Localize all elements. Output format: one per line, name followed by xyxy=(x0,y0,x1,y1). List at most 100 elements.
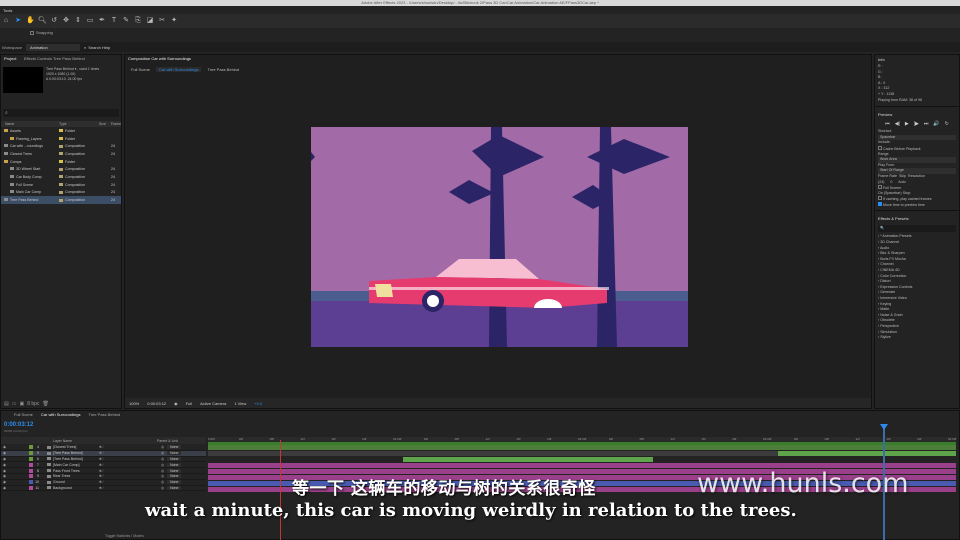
pickwhip-icon[interactable]: ◎ xyxy=(161,463,164,467)
layer-switches[interactable]: ✱ ⁄ xyxy=(99,486,161,490)
views-select[interactable]: 1 View xyxy=(234,401,246,406)
trash-icon[interactable]: 🗑︎ xyxy=(42,401,48,407)
toggle-switches-modes[interactable]: Toggle Switches / Modes xyxy=(1,533,959,539)
eye-icon[interactable]: ◉ xyxy=(1,480,9,484)
project-item[interactable]: Car Body Comp Composition 24 xyxy=(1,173,121,181)
tab-composition[interactable]: Composition Car with Surroundings xyxy=(125,55,194,63)
bpc-label[interactable]: 8 bpc xyxy=(27,401,39,407)
rectangle-icon[interactable]: ▭ xyxy=(86,17,94,25)
project-item[interactable]: Closest Trees Composition 24 xyxy=(1,150,121,158)
parent-select[interactable]: None xyxy=(167,456,182,461)
parent-select[interactable]: None xyxy=(167,451,182,456)
resolution-select-preview[interactable]: Auto xyxy=(898,180,905,184)
zoom-select[interactable]: 100% xyxy=(129,401,139,406)
snapping-checkbox[interactable] xyxy=(30,30,34,35)
transport-button[interactable]: |▶ xyxy=(914,121,919,127)
track-tree-pass-behind[interactable] xyxy=(778,451,956,456)
pickwhip-icon[interactable]: ◎ xyxy=(161,480,164,484)
eye-icon[interactable]: ◉ xyxy=(1,486,9,490)
layer-switches[interactable]: ✱ ⁄ xyxy=(99,480,161,484)
label-color-swatch[interactable] xyxy=(59,137,63,141)
viewer-timecode[interactable]: 0:00:03:12 xyxy=(147,401,166,406)
label-color-swatch[interactable] xyxy=(59,183,63,187)
eye-icon[interactable]: ◉ xyxy=(1,463,9,467)
parent-select[interactable]: None xyxy=(167,485,182,490)
effects-search-input[interactable]: 🔍 xyxy=(878,225,956,233)
transport-button[interactable]: ⏭ xyxy=(924,121,929,127)
eraser-icon[interactable]: ◪ xyxy=(146,17,154,25)
eye-icon[interactable]: ◉ xyxy=(1,474,9,478)
eye-icon[interactable]: ◉ xyxy=(1,445,9,449)
project-item[interactable]: Flaming_Layers Folder xyxy=(1,135,121,143)
roto-icon[interactable]: ✂ xyxy=(158,17,166,25)
composition-canvas[interactable] xyxy=(311,127,688,347)
exposure-value[interactable]: +0.0 xyxy=(254,401,262,406)
pickwhip-icon[interactable]: ◎ xyxy=(161,445,164,449)
snapping-toggle[interactable]: Snapping xyxy=(30,30,53,35)
stop-option-move-time[interactable]: Move time to preview time xyxy=(875,201,959,208)
eye-icon[interactable]: ◉ xyxy=(1,469,9,473)
project-item[interactable]: Car with ...roundings Composition 24 xyxy=(1,142,121,150)
project-item[interactable]: Tree Pass Behind Composition 24 xyxy=(1,196,121,204)
layer-switches[interactable]: ✱ ⁄ xyxy=(99,463,161,467)
hand-icon[interactable]: ✋ xyxy=(26,17,35,25)
track-closest-trees[interactable] xyxy=(208,445,956,450)
project-item[interactable]: 3D Wheel Start Composition 24 xyxy=(1,165,121,173)
transport-button[interactable]: ▶ xyxy=(905,121,909,127)
zoom-icon[interactable]: 🔍︎ xyxy=(38,17,47,25)
label-color-swatch[interactable] xyxy=(59,198,63,202)
orbit-icon[interactable]: ↺ xyxy=(50,17,58,25)
label-color-swatch[interactable] xyxy=(59,167,63,171)
label-color-swatch[interactable] xyxy=(59,190,63,194)
layer-row[interactable]: ◉ 11 Background ✱ ⁄ ◎ None xyxy=(1,485,206,492)
puppet-icon[interactable]: ✦ xyxy=(170,17,178,25)
type-icon[interactable]: T xyxy=(110,17,118,25)
pan-icon[interactable]: ✥ xyxy=(62,17,70,25)
project-item[interactable]: Assets Folder xyxy=(1,127,121,135)
pickwhip-icon[interactable]: ◎ xyxy=(161,457,164,461)
parent-select[interactable]: None xyxy=(167,474,182,479)
layer-switches[interactable]: ✱ ⁄ xyxy=(99,451,161,455)
tab-timeline-full-scene[interactable]: Full Scene xyxy=(11,411,36,419)
pickwhip-icon[interactable]: ◎ xyxy=(161,486,164,490)
home-icon[interactable]: ⌂ xyxy=(2,17,10,25)
project-item[interactable]: Main Car Comp Composition 24 xyxy=(1,189,121,197)
workspace-select[interactable]: Animation xyxy=(25,43,80,51)
breadcrumb-full-scene[interactable]: Full Scene xyxy=(131,67,150,72)
skip-select[interactable]: 0 xyxy=(890,180,892,184)
label-color-swatch[interactable] xyxy=(59,144,63,148)
breadcrumb-tree-pass-behind[interactable]: Tree Pass Behind xyxy=(207,67,239,72)
interpret-footage-icon[interactable]: ▤ xyxy=(4,401,9,407)
label-color-swatch[interactable] xyxy=(59,160,63,164)
track-tree-pass-behind-2[interactable] xyxy=(403,457,653,462)
effects-category[interactable]: › Stylize xyxy=(875,335,959,341)
project-item[interactable]: Full Scene Composition 24 xyxy=(1,181,121,189)
col-parent[interactable]: Parent & Link xyxy=(157,439,178,443)
resolution-select[interactable]: Full xyxy=(186,401,192,406)
timeline-timecode[interactable]: 0:00:03:12 xyxy=(4,422,33,428)
frame-rate-select[interactable]: (24) xyxy=(878,180,884,184)
tab-project[interactable]: Project xyxy=(1,55,19,63)
search-help[interactable]: ⌕ Search Help xyxy=(84,45,110,50)
clone-icon[interactable]: ⎘ xyxy=(134,17,142,25)
layer-switches[interactable]: ✱ ⁄ xyxy=(99,445,161,449)
dolly-icon[interactable]: ⇕ xyxy=(74,17,82,25)
transport-button[interactable]: ◀| xyxy=(895,121,900,127)
pickwhip-icon[interactable]: ◎ xyxy=(161,451,164,455)
pen-icon[interactable]: ✒ xyxy=(98,17,106,25)
transport-button[interactable]: 🔊 xyxy=(933,121,939,127)
camera-snapshot-icon[interactable]: ◉ xyxy=(174,401,178,406)
breadcrumb-car-with-surroundings[interactable]: Car with Surroundings xyxy=(155,67,202,72)
new-folder-icon[interactable]: ▭ xyxy=(12,401,17,407)
new-comp-icon[interactable]: ▣ xyxy=(19,401,24,407)
pickwhip-icon[interactable]: ◎ xyxy=(161,474,164,478)
parent-select[interactable]: None xyxy=(167,462,182,467)
tab-effect-controls[interactable]: Effects Controls Tree Pass Behind xyxy=(21,55,88,63)
tab-timeline-tree-pass-behind[interactable]: Tree Pass Behind xyxy=(85,411,123,419)
project-item[interactable]: Comps Folder xyxy=(1,158,121,166)
col-layer-name[interactable]: Layer Name xyxy=(53,439,115,443)
project-search-input[interactable]: ⌕ xyxy=(3,109,119,117)
parent-select[interactable]: None xyxy=(167,445,182,450)
tab-timeline-car-with-surroundings[interactable]: Car with Surroundings xyxy=(38,411,84,419)
layer-switches[interactable]: ✱ ⁄ xyxy=(99,474,161,478)
